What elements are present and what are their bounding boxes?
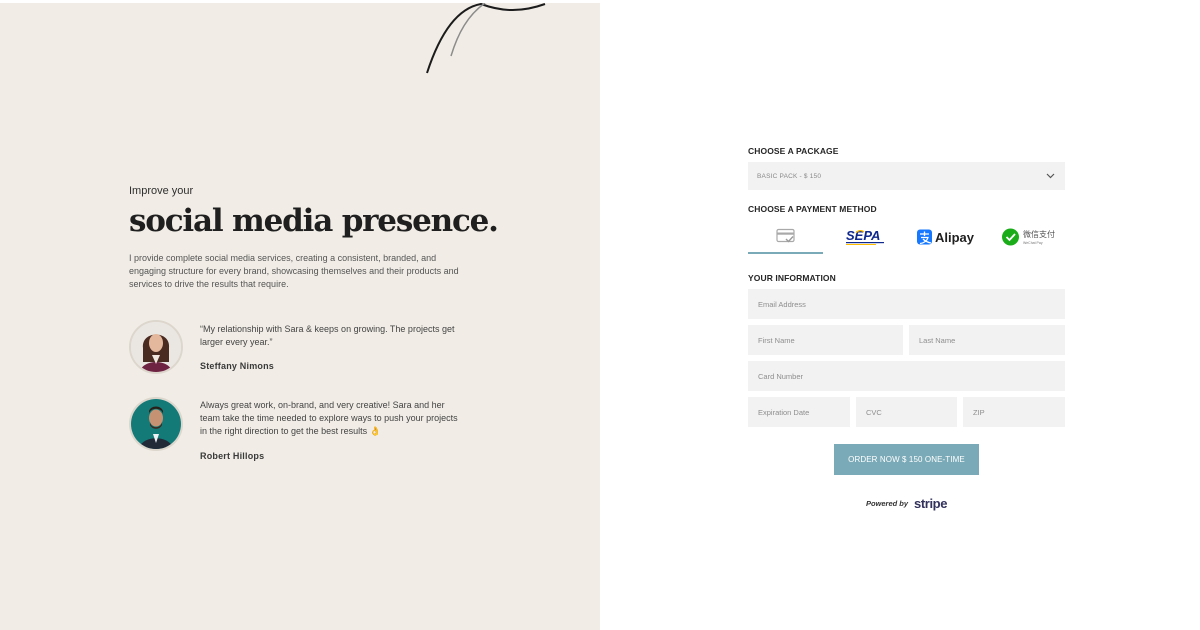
- cvc-field[interactable]: [856, 397, 957, 427]
- testimonial-quote: Always great work, on-brand, and very cr…: [200, 400, 458, 436]
- testimonial-author: Robert Hillops: [200, 451, 265, 461]
- payment-method-tabs: SEPA Alipay 微信支付 WeChat Pay: [748, 220, 1065, 256]
- card-number-field[interactable]: [748, 361, 1065, 391]
- chevron-down-icon: [1046, 173, 1055, 179]
- card-details-row: [748, 397, 1065, 427]
- hero-description: I provide complete social media services…: [129, 252, 459, 289]
- svg-text:SEPA: SEPA: [846, 228, 880, 243]
- sepa-logo: SEPA: [846, 228, 884, 245]
- expiration-date-field[interactable]: [748, 397, 850, 427]
- decorative-curve-lines: [426, 3, 546, 74]
- payment-section-label: CHOOSE A PAYMENT METHOD: [748, 204, 877, 214]
- checkout-form: CHOOSE A PACKAGE BASIC PACK - $ 150 CHOO…: [748, 146, 1065, 511]
- svg-text:微信支付: 微信支付: [1023, 229, 1055, 239]
- info-section-label: YOUR INFORMATION: [748, 273, 836, 283]
- testimonial-author: Steffany Nimons: [200, 361, 275, 371]
- stripe-logo: stripe: [914, 496, 948, 511]
- hero-section: Improve your social media presence. I pr…: [129, 185, 499, 291]
- alipay-logo: Alipay: [917, 229, 975, 245]
- testimonial: Always great work, on-brand, and very cr…: [129, 397, 469, 461]
- payment-method-wechat-pay[interactable]: 微信支付 WeChat Pay: [994, 220, 1065, 254]
- zip-field[interactable]: [963, 397, 1065, 427]
- package-select[interactable]: BASIC PACK - $ 150: [748, 162, 1065, 190]
- payment-method-sepa[interactable]: SEPA: [834, 220, 898, 254]
- testimonial: “My relationship with Sara & keeps on gr…: [129, 320, 469, 380]
- payment-method-alipay[interactable]: Alipay: [908, 220, 984, 254]
- hero-eyebrow: Improve your: [129, 185, 194, 197]
- name-row: [748, 325, 1065, 355]
- avatar: [129, 320, 183, 374]
- payment-method-card[interactable]: [748, 220, 823, 254]
- hero-headline: social media presence.: [129, 203, 499, 239]
- avatar: [129, 397, 183, 451]
- email-field[interactable]: [748, 289, 1065, 319]
- svg-text:Alipay: Alipay: [935, 230, 975, 245]
- wechat-pay-logo: 微信支付 WeChat Pay: [1001, 228, 1055, 246]
- testimonial-quote: “My relationship with Sara & keeps on gr…: [200, 324, 455, 347]
- package-section-label: CHOOSE A PACKAGE: [748, 146, 839, 156]
- credit-card-icon: [775, 228, 795, 243]
- svg-text:WeChat Pay: WeChat Pay: [1023, 241, 1043, 245]
- powered-by-label: Powered by: [865, 499, 909, 508]
- order-now-button[interactable]: ORDER NOW $ 150 ONE-TIME: [834, 444, 979, 475]
- first-name-field[interactable]: [748, 325, 903, 355]
- package-select-value: BASIC PACK - $ 150: [757, 172, 822, 180]
- powered-by-stripe: Powered by stripe: [748, 496, 1065, 511]
- intro-panel: Improve your social media presence. I pr…: [0, 3, 600, 630]
- last-name-field[interactable]: [909, 325, 1065, 355]
